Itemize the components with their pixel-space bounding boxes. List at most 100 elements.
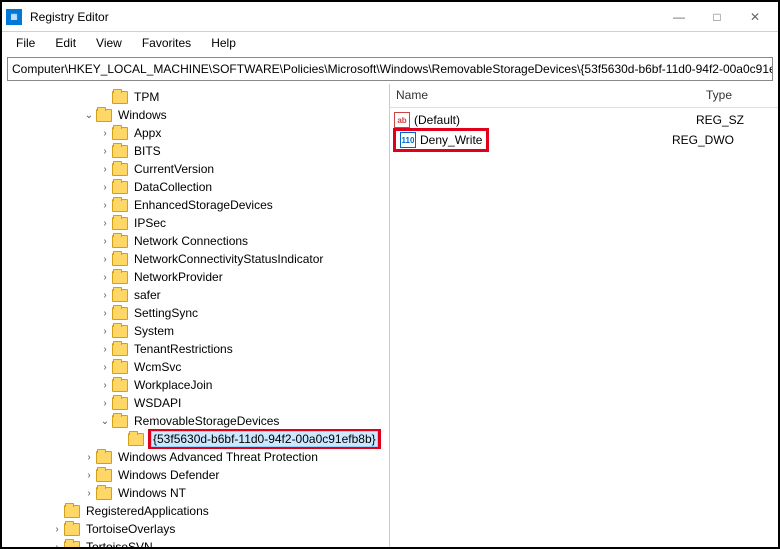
folder-icon [112,271,128,284]
tree-pane[interactable]: TPM⌄Windows›Appx›BITS›CurrentVersion›Dat… [2,84,390,547]
expand-icon[interactable]: › [98,290,112,301]
expand-icon[interactable]: › [82,452,96,463]
expand-icon[interactable]: › [98,308,112,319]
tree-label: DataCollection [132,180,214,194]
tree-item-system[interactable]: › System [2,322,389,340]
tree-label: TenantRestrictions [132,342,235,356]
menu-edit[interactable]: Edit [45,34,86,52]
address-text: Computer\HKEY_LOCAL_MACHINE\SOFTWARE\Pol… [12,62,773,76]
tree-item-removablestoragedevices[interactable]: ⌄ RemovableStorageDevices [2,412,389,430]
content-area: TPM⌄Windows›Appx›BITS›CurrentVersion›Dat… [2,84,778,547]
maximize-button[interactable]: □ [698,3,736,31]
highlight-value: 110Deny_Write [393,128,489,152]
expand-icon[interactable]: › [98,236,112,247]
tree-item-wcmsvc[interactable]: ›WcmSvc [2,358,389,376]
expand-icon[interactable]: › [98,272,112,283]
expand-icon[interactable]: › [98,344,112,355]
tree-item-watp[interactable]: ›Windows Advanced Threat Protection [2,448,389,466]
tree-label: Windows Defender [116,468,221,482]
tree-item-networkconnectivitystatusindicator[interactable]: › NetworkConnectivityStatusIndicator [2,250,389,268]
title-bar: ▦ Registry Editor — □ ✕ [2,2,778,32]
expand-icon[interactable]: › [98,380,112,391]
address-bar[interactable]: Computer\HKEY_LOCAL_MACHINE\SOFTWARE\Pol… [7,57,773,81]
tree-item-enhancedstoragedevices[interactable]: ›EnhancedStorageDevices [2,196,389,214]
tree-item-datacollection[interactable]: › DataCollection [2,178,389,196]
folder-icon [64,505,80,518]
folder-icon [96,451,112,464]
tree-item-workplacejoin[interactable]: › WorkplaceJoin [2,376,389,394]
expand-icon[interactable]: › [98,164,112,175]
collapse-icon[interactable]: ⌄ [82,110,96,121]
list-pane[interactable]: Name Type ab(Default)REG_SZ110Deny_Write… [390,84,778,547]
tree-item-guid[interactable]: {53f5630d-b6bf-11d0-94f2-00a0c91efb8b} [2,430,389,448]
folder-icon [96,487,112,500]
expand-icon[interactable]: › [82,470,96,481]
collapse-icon[interactable]: ⌄ [98,416,112,427]
tree-item-wsdapi[interactable]: › WSDAPI [2,394,389,412]
folder-icon [96,109,112,122]
expand-icon[interactable]: › [98,128,112,139]
folder-icon [112,289,128,302]
tree-label: WSDAPI [132,396,183,410]
expand-icon[interactable]: › [98,326,112,337]
expand-icon[interactable]: › [98,200,112,211]
tree-label: RemovableStorageDevices [132,414,281,428]
folder-icon [96,469,112,482]
menu-view[interactable]: View [86,34,132,52]
expand-icon[interactable]: › [98,182,112,193]
tree-item-regapps[interactable]: RegisteredApplications [2,502,389,520]
folder-icon [112,343,128,356]
tree-item-tortoiseoverlays[interactable]: ›TortoiseOverlays [2,520,389,538]
tree-label: Windows [116,108,169,122]
tree-item-bits[interactable]: ›BITS [2,142,389,160]
folder-icon [112,325,128,338]
tree-item-ipsec[interactable]: ›IPSec [2,214,389,232]
header-type[interactable]: Type [700,84,778,107]
folder-icon [112,127,128,140]
tree-item-networkconnections[interactable]: › Network Connections [2,232,389,250]
expand-icon[interactable]: › [98,362,112,373]
close-button[interactable]: ✕ [736,3,774,31]
expand-icon[interactable]: › [98,398,112,409]
folder-icon [112,163,128,176]
tree-label: SettingSync [132,306,200,320]
folder-icon [112,415,128,428]
tree-label: NetworkProvider [132,270,225,284]
folder-icon [112,91,128,104]
menu-file[interactable]: File [6,34,45,52]
folder-icon [112,217,128,230]
tree-item-tpm[interactable]: TPM [2,88,389,106]
tree-label: Network Connections [132,234,250,248]
menu-favorites[interactable]: Favorites [132,34,201,52]
window-controls: — □ ✕ [660,3,774,31]
tree-item-networkprovider[interactable]: › NetworkProvider [2,268,389,286]
value-row[interactable]: ab(Default)REG_SZ [390,110,778,130]
tree-item-appx[interactable]: ›Appx [2,124,389,142]
tree-label: System [132,324,176,338]
expand-icon[interactable]: › [98,254,112,265]
minimize-button[interactable]: — [660,3,698,31]
tree-label: WorkplaceJoin [132,378,214,392]
value-row[interactable]: 110Deny_WriteREG_DWO [390,130,778,150]
tree-item-defender[interactable]: › Windows Defender [2,466,389,484]
expand-icon[interactable]: › [50,542,64,548]
expand-icon[interactable]: › [98,146,112,157]
tree-item-tenantrestrictions[interactable]: › TenantRestrictions [2,340,389,358]
tree-item-currentversion[interactable]: ›CurrentVersion [2,160,389,178]
tree-item-safer[interactable]: ›safer [2,286,389,304]
expand-icon[interactable]: › [98,218,112,229]
expand-icon[interactable]: › [50,524,64,535]
folder-icon [112,397,128,410]
tree-item-settingsync[interactable]: › SettingSync [2,304,389,322]
folder-icon [112,145,128,158]
tree-label: RegisteredApplications [84,504,211,518]
tree-item-windows[interactable]: ⌄ Windows [2,106,389,124]
menu-help[interactable]: Help [201,34,246,52]
number-icon: 110 [400,132,416,148]
tree-label: NetworkConnectivityStatusIndicator [132,252,325,266]
header-name[interactable]: Name [390,84,700,107]
expand-icon[interactable]: › [82,488,96,499]
folder-icon [112,253,128,266]
tree-item-winnt[interactable]: ›Windows NT [2,484,389,502]
tree-item-tortoisesvn[interactable]: ›TortoiseSVN [2,538,389,547]
